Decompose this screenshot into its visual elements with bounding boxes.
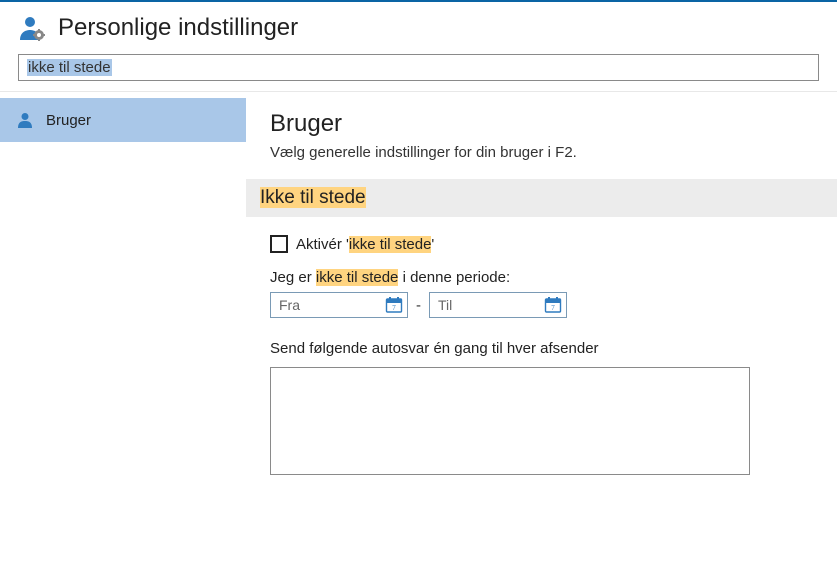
date-inputs: Fra 7 - Til	[270, 292, 813, 318]
date-from-placeholder: Fra	[279, 297, 300, 313]
calendar-icon[interactable]: 7	[385, 296, 403, 314]
activate-prefix: Aktivér '	[296, 236, 349, 253]
content-panel: Bruger Vælg generelle indstillinger for …	[246, 92, 837, 475]
svg-text:7: 7	[392, 304, 396, 312]
content-subtitle: Vælg generelle indstillinger for din bru…	[270, 144, 813, 161]
activate-row: Aktivér 'ikke til stede'	[270, 235, 813, 253]
dialog-title: Personlige indstillinger	[58, 14, 298, 42]
svg-text:7: 7	[551, 304, 555, 312]
date-separator: -	[416, 297, 421, 314]
search-container: ikke til stede	[0, 50, 837, 91]
period-suffix: i denne periode:	[398, 269, 510, 286]
autosvar-label: Send følgende autosvar én gang til hver …	[270, 340, 813, 357]
section-header: Ikke til stede	[246, 179, 837, 217]
activate-highlight: ikke til stede	[349, 236, 432, 253]
user-settings-icon	[18, 14, 46, 42]
period-prefix: Jeg er	[270, 269, 316, 286]
autosvar-textarea[interactable]	[270, 367, 750, 475]
search-input[interactable]: ikke til stede	[18, 54, 819, 81]
period-highlight: ikke til stede	[316, 269, 399, 286]
period-label: Jeg er ikke til stede i denne periode:	[270, 269, 813, 286]
user-icon	[16, 111, 34, 129]
content-title: Bruger	[270, 110, 813, 138]
sidebar: Bruger	[0, 92, 246, 475]
sidebar-item-label: Bruger	[46, 112, 91, 129]
activate-label: Aktivér 'ikke til stede'	[296, 236, 434, 253]
period-section: Jeg er ikke til stede i denne periode: F…	[270, 269, 813, 318]
sidebar-item-bruger[interactable]: Bruger	[0, 98, 246, 142]
date-from-field[interactable]: Fra 7	[270, 292, 408, 318]
calendar-icon[interactable]: 7	[544, 296, 562, 314]
dialog-header: Personlige indstillinger	[0, 2, 837, 50]
section-title: Ikke til stede	[260, 187, 366, 208]
activate-checkbox[interactable]	[270, 235, 288, 253]
search-value: ikke til stede	[27, 59, 112, 76]
activate-suffix: '	[431, 236, 434, 253]
date-to-placeholder: Til	[438, 297, 452, 313]
date-to-field[interactable]: Til 7	[429, 292, 567, 318]
